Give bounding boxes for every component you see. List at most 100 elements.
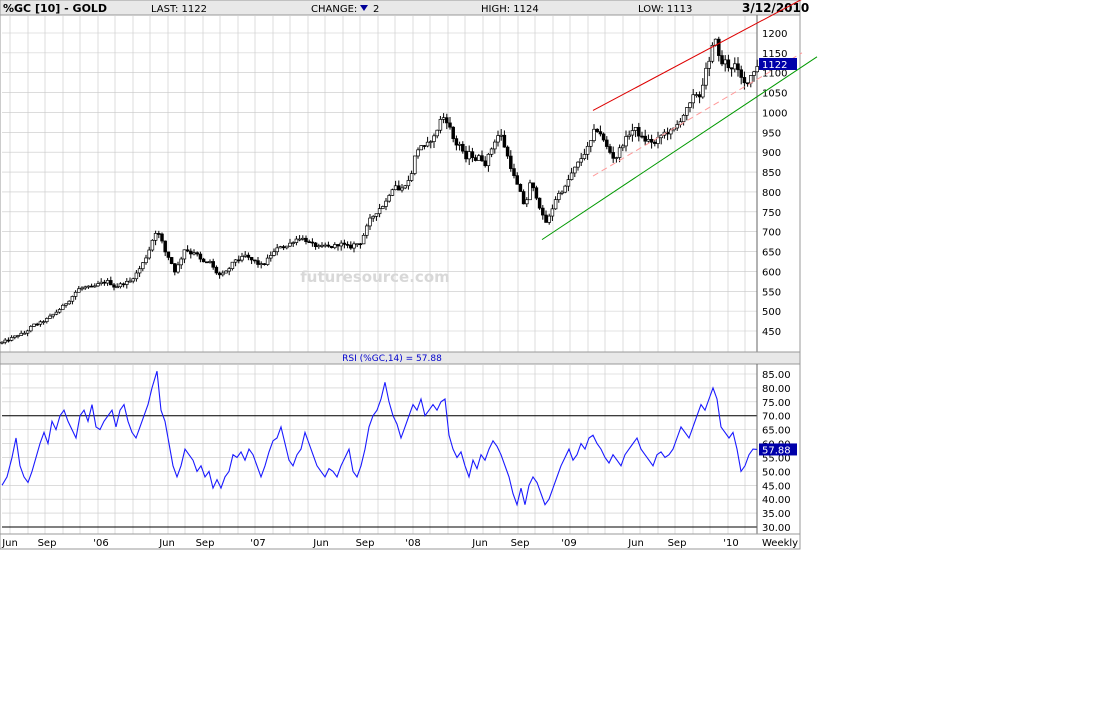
- rsi-title: RSI (%GC,14) = 57.88: [342, 354, 442, 364]
- price-bar-body: [201, 258, 206, 263]
- price-bar-body: [57, 309, 62, 313]
- price-bar-body: [406, 180, 411, 187]
- price-bar-body: [544, 214, 548, 223]
- price-bar-body: [310, 241, 315, 244]
- price-bar-body: [70, 296, 75, 302]
- price-bar-body: [755, 66, 759, 73]
- price-bar-body: [505, 146, 510, 157]
- price-bar-body: [137, 268, 142, 274]
- price-bar-body: [541, 207, 545, 216]
- price-bar-body: [601, 133, 606, 141]
- price-bar-body: [29, 326, 33, 332]
- x-tick-label: '06: [93, 538, 108, 549]
- price-bar-body: [518, 183, 523, 192]
- rsi-tick-label: 85.00: [762, 370, 791, 381]
- price-tick-label: 850: [762, 168, 781, 179]
- x-tick-label: '07: [250, 538, 265, 549]
- price-bar-body: [608, 146, 612, 153]
- price-bar-body: [297, 238, 302, 241]
- x-tick-label: Jun: [471, 538, 488, 549]
- price-bar-body: [86, 285, 91, 288]
- price-bar-body: [525, 199, 529, 205]
- price-bar-body: [393, 185, 398, 191]
- price-bar-body: [150, 239, 155, 251]
- price-tick-label: 600: [762, 267, 781, 278]
- price-bar-body: [441, 117, 446, 120]
- price-bar-body: [345, 244, 350, 246]
- x-tick-label: Sep: [38, 538, 57, 549]
- price-bar-body: [390, 189, 395, 196]
- price-bar-body: [198, 253, 203, 260]
- price-bar-body: [211, 261, 215, 268]
- price-tick-label: 1050: [762, 89, 787, 100]
- price-bar-body: [649, 139, 654, 143]
- price-bar-body: [653, 141, 657, 144]
- price-bar-body: [73, 291, 78, 297]
- change-value: 2: [373, 4, 379, 15]
- price-bar-body: [323, 244, 327, 247]
- price-bar-body: [502, 134, 507, 148]
- price-bar-body: [349, 244, 353, 249]
- price-bar-body: [131, 278, 135, 282]
- rsi-tick-label: 75.00: [762, 398, 791, 409]
- price-tick-label: 500: [762, 307, 781, 318]
- price-bar-body: [643, 135, 647, 142]
- price-bar-body: [646, 139, 651, 142]
- price-bar-body: [729, 67, 734, 70]
- price-bar-body: [67, 300, 71, 305]
- price-bar-body: [192, 252, 196, 255]
- price-bar-body: [633, 127, 638, 131]
- price-bar-body: [717, 38, 721, 56]
- price-bar-body: [285, 245, 289, 249]
- price-bar-body: [403, 185, 407, 189]
- price-bar-body: [249, 257, 254, 261]
- price-bar-body: [275, 247, 279, 253]
- price-bar-body: [9, 337, 14, 341]
- high-label: HIGH: 1124: [481, 4, 539, 15]
- price-bar-body: [496, 135, 500, 143]
- price-bar-body: [429, 141, 433, 143]
- price-bar-body: [294, 238, 299, 243]
- price-bar-body: [595, 128, 599, 132]
- price-bar-body: [675, 124, 679, 129]
- price-bar-body: [553, 199, 558, 210]
- price-bar-body: [214, 266, 219, 274]
- price-bar-body: [736, 63, 740, 71]
- price-bar-body: [374, 213, 379, 217]
- price-bar-body: [557, 192, 561, 200]
- price-bar-body: [32, 323, 36, 327]
- price-bar-body: [45, 318, 49, 322]
- price-bar-body: [243, 254, 247, 257]
- price-bar-body: [41, 321, 46, 323]
- price-bar-body: [384, 200, 388, 207]
- rsi-last-badge: 57.88: [759, 443, 797, 456]
- price-bar-body: [704, 67, 708, 86]
- price-tick-label: 700: [762, 228, 781, 239]
- price-tick-label: 650: [762, 248, 781, 259]
- price-bar-body: [569, 172, 574, 180]
- price-panel: futuresource.com 12001150110010501000950…: [0, 0, 818, 353]
- change-label: CHANGE:: [311, 4, 357, 15]
- x-tick-label: Sep: [668, 538, 687, 549]
- price-bar-body: [160, 233, 164, 242]
- price-tick-label: 800: [762, 188, 781, 199]
- price-bar-body: [205, 261, 209, 264]
- price-bar-body: [531, 182, 535, 189]
- price-bar-body: [745, 82, 750, 85]
- price-bar-body: [413, 155, 417, 174]
- price-bar-body: [707, 60, 711, 69]
- price-bar-body: [515, 175, 519, 185]
- price-bar-body: [333, 244, 337, 249]
- price-bar-body: [451, 126, 455, 139]
- price-bar-body: [35, 323, 39, 326]
- price-bar-body: [733, 63, 737, 70]
- price-bar-body: [521, 191, 526, 205]
- price-bar-body: [477, 155, 481, 161]
- price-bar-body: [489, 148, 494, 155]
- price-bar-body: [272, 251, 276, 256]
- price-bar-body: [96, 283, 100, 287]
- price-bar-body: [246, 254, 251, 258]
- price-bar-body: [694, 94, 699, 96]
- price-bar-body: [233, 259, 238, 263]
- x-tick-label: Sep: [196, 538, 215, 549]
